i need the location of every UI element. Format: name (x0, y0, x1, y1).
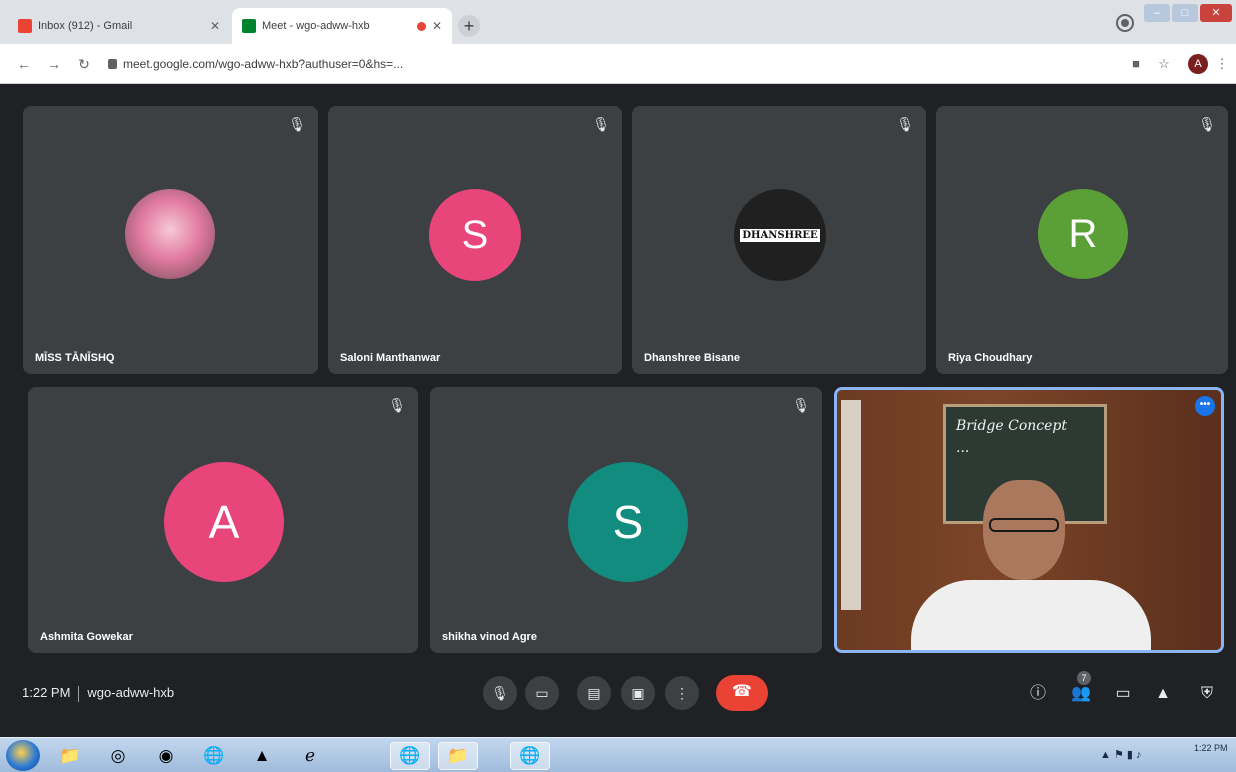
forward-icon[interactable]: → (44, 54, 64, 74)
close-tab-icon[interactable]: ✕ (432, 19, 442, 33)
camera-button[interactable]: ▭ (525, 676, 559, 710)
file-explorer-icon[interactable]: 📁 (50, 742, 90, 770)
shelf (841, 400, 861, 610)
participant-photo-avatar (125, 189, 215, 279)
participant-logo-avatar: DHANSHREE (734, 189, 826, 281)
host-controls-icon[interactable]: ⛨ (1196, 683, 1218, 705)
recording-indicator-icon (416, 21, 426, 31)
back-icon[interactable]: ← (14, 54, 34, 74)
more-options-button[interactable]: ••• (1195, 396, 1215, 416)
chrome-icon[interactable]: 🌐 (194, 742, 234, 770)
new-tab-button[interactable]: + (458, 15, 480, 37)
mic-muted-icon: 🎙 (1198, 116, 1216, 132)
windows-taskbar: 📁 ◎ ◉ 🌐 ▲ ℯ 🌐 📁 🌐 ▲ ⚑ ▮ ♪ 1:22 PM (0, 737, 1236, 772)
participant-initial-avatar: R (1038, 189, 1128, 279)
tab-title: Inbox (912) - Gmail (38, 20, 133, 32)
internet-explorer-icon[interactable]: ℯ (290, 742, 330, 770)
close-tab-icon[interactable]: ✕ (210, 19, 220, 33)
bookmark-star-icon[interactable]: ☆ (1156, 56, 1172, 72)
meeting-time: 1:22 PM (22, 685, 71, 700)
divider (78, 685, 80, 702)
people-icon[interactable]: 👥 (1070, 683, 1092, 705)
start-button[interactable] (6, 740, 40, 771)
meet-icon (242, 19, 256, 33)
participant-name: Saloni Manthanwar (340, 352, 441, 364)
media-player-icon[interactable]: ◎ (98, 742, 138, 770)
reload-icon[interactable]: ↻ (74, 54, 94, 74)
participant-name: MĪSS TĀNĪSHQ (35, 352, 115, 364)
participant-tile[interactable]: 🎙 S shikha vinod Agre (430, 387, 822, 653)
meeting-stage: 🎙 MĪSS TĀNĪSHQ 🎙 S Saloni Manthanwar 🎙 D… (0, 85, 1236, 737)
participant-tile[interactable]: 🎙 DHANSHREE Dhanshree Bisane (632, 106, 926, 374)
activities-icon[interactable]: ▲ (1152, 683, 1174, 705)
captions-button[interactable]: ▤ (577, 676, 611, 710)
participant-tile[interactable]: 🎙 R Riya Choudhary (936, 106, 1228, 374)
gmail-icon (18, 19, 32, 33)
self-video-tile[interactable]: Bridge Concept ... ••• (834, 387, 1224, 653)
folder-window-icon[interactable]: 📁 (438, 742, 478, 770)
presenter-glasses (989, 518, 1059, 532)
vlc-icon[interactable]: ▲ (242, 742, 282, 770)
url-text: meet.google.com/wgo-adww-hxb?authuser=0&… (123, 57, 404, 71)
tab-title: Meet - wgo-adww-hxb (262, 20, 370, 32)
system-tray-icons[interactable]: ▲ ⚑ ▮ ♪ (1100, 748, 1141, 761)
participant-tile[interactable]: 🎙 MĪSS TĀNĪSHQ (23, 106, 318, 374)
app-icon[interactable]: ◉ (146, 742, 186, 770)
meeting-code: wgo-adww-hxb (87, 685, 175, 700)
camera-in-use-icon[interactable]: ■ (1128, 56, 1144, 72)
present-screen-button[interactable]: ▣ (621, 676, 655, 710)
browser-tab-strip: Inbox (912) - Gmail ✕ Meet - wgo-adww-hx… (0, 0, 1236, 44)
presenter-body (911, 580, 1151, 650)
tab-meet[interactable]: Meet - wgo-adww-hxb ✕ (232, 8, 452, 44)
participant-initial-avatar: A (164, 462, 284, 582)
participant-name: shikha vinod Agre (442, 631, 537, 643)
participant-tile[interactable]: 🎙 A Ashmita Gowekar (28, 387, 418, 653)
mic-muted-icon: 🎙 (388, 397, 406, 413)
meeting-details-icon[interactable]: ⓘ (1027, 683, 1049, 705)
participant-name: Ashmita Gowekar (40, 631, 133, 643)
browser-toolbar: ← → ↻ meet.google.com/wgo-adww-hxb?authu… (0, 44, 1236, 84)
browser-window-icon[interactable]: 🌐 (390, 742, 430, 770)
microphone-button[interactable]: 🎙 (483, 676, 517, 710)
meeting-controls: 1:22 PM wgo-adww-hxb 🎙 ▭ ▤ ▣ ⋮ ☎ ⓘ 👥 7 ▭ … (0, 655, 1236, 737)
mic-muted-icon: 🎙 (896, 116, 914, 132)
participant-count-badge: 7 (1077, 671, 1091, 685)
mic-muted-icon: 🎙 (792, 397, 810, 413)
browser-menu-icon[interactable]: ⋮ (1214, 56, 1230, 72)
browser-profile-icon[interactable] (1118, 16, 1132, 30)
lock-icon (108, 59, 117, 69)
logo-text: DHANSHREE (740, 228, 820, 242)
meeting-info: 1:22 PM wgo-adww-hxb (22, 685, 174, 702)
tab-gmail[interactable]: Inbox (912) - Gmail ✕ (8, 8, 230, 44)
participant-name: Riya Choudhary (948, 352, 1033, 364)
minimize-window-button[interactable]: – (1144, 4, 1170, 22)
mic-muted-icon: 🎙 (288, 116, 306, 132)
globe-window-icon[interactable]: 🌐 (510, 742, 550, 770)
participant-tile[interactable]: 🎙 S Saloni Manthanwar (328, 106, 622, 374)
participant-initial-avatar: S (429, 189, 521, 281)
board-line: ... (956, 440, 970, 456)
account-avatar[interactable]: A (1188, 54, 1208, 74)
mic-muted-icon: 🎙 (592, 116, 610, 132)
more-options-icon[interactable]: ⋮ (665, 676, 699, 710)
maximize-window-button[interactable]: □ (1172, 4, 1198, 22)
participant-initial-avatar: S (568, 462, 688, 582)
address-bar[interactable]: meet.google.com/wgo-adww-hxb?authuser=0&… (108, 50, 1108, 78)
close-window-button[interactable]: ✕ (1200, 4, 1232, 22)
tray-time: 1:22 PM (1194, 743, 1228, 753)
board-line: Bridge Concept (956, 418, 1067, 434)
leave-call-button[interactable]: ☎ (716, 675, 768, 711)
tray-clock[interactable]: 1:22 PM (1194, 741, 1228, 755)
chat-icon[interactable]: ▭ (1112, 683, 1134, 705)
participant-name: Dhanshree Bisane (644, 352, 740, 364)
